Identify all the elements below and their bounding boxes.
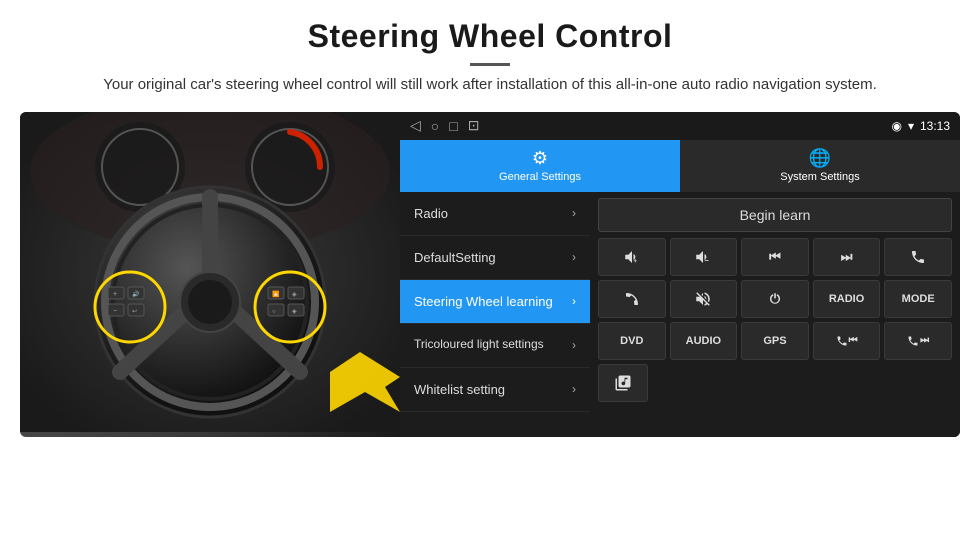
title-divider	[470, 63, 510, 66]
wifi-icon: ▾	[908, 119, 914, 133]
tab-general[interactable]: ⚙ General Settings	[400, 140, 680, 192]
chevron-icon-default: ›	[572, 250, 576, 264]
svg-text:−: −	[113, 308, 117, 315]
svg-text:🔼: 🔼	[272, 290, 280, 298]
svg-text:🔊: 🔊	[132, 290, 140, 298]
hook-button[interactable]	[598, 280, 666, 318]
audio-button[interactable]: AUDIO	[670, 322, 738, 360]
home-icon[interactable]: ○	[431, 118, 439, 134]
location-icon: ◉	[891, 119, 901, 133]
menu-list: Radio › DefaultSetting › Steering Wheel …	[400, 192, 590, 437]
phone-prev-button[interactable]: ⏮	[813, 322, 881, 360]
vol-down-button[interactable]: −	[670, 238, 738, 276]
menu-label-steering: Steering Wheel learning	[414, 294, 553, 309]
menu-label-default: DefaultSetting	[414, 250, 496, 265]
ctrl-row-4	[598, 364, 952, 402]
radio-button[interactable]: RADIO	[813, 280, 881, 318]
phone-next-button[interactable]: ⏭	[884, 322, 952, 360]
begin-learn-button[interactable]: Begin learn	[598, 198, 952, 232]
head-unit: ◁ ○ □ ⊡ ◉ ▾ 13:13 ⚙ General Settings 🌐 S…	[400, 112, 960, 437]
ctrl-row-2: ⏻ RADIO MODE	[598, 280, 952, 318]
page-title: Steering Wheel Control	[60, 18, 920, 55]
menu-label-radio: Radio	[414, 206, 448, 221]
settings-gear-icon: ⚙	[532, 148, 548, 169]
svg-text:↩: ↩	[132, 309, 137, 315]
menu-item-steering[interactable]: Steering Wheel learning ›	[400, 280, 590, 324]
clock: 13:13	[920, 119, 950, 133]
svg-text:+: +	[113, 291, 117, 298]
power-button[interactable]: ⏻	[741, 280, 809, 318]
status-right: ◉ ▾ 13:13	[891, 119, 950, 133]
nav-icons: ◁ ○ □ ⊡	[410, 117, 479, 134]
menu-item-whitelist[interactable]: Whitelist setting ›	[400, 368, 590, 412]
dvd-button[interactable]: DVD	[598, 322, 666, 360]
chevron-icon-radio: ›	[572, 206, 576, 220]
gps-button[interactable]: GPS	[741, 322, 809, 360]
chevron-icon-whitelist: ›	[572, 382, 576, 396]
menu-item-tricoloured[interactable]: Tricoloured light settings ›	[400, 324, 590, 368]
unit-body: Radio › DefaultSetting › Steering Wheel …	[400, 192, 960, 437]
status-bar: ◁ ○ □ ⊡ ◉ ▾ 13:13	[400, 112, 960, 140]
page-subtitle: Your original car's steering wheel contr…	[60, 74, 920, 97]
ctrl-row-1: + − ⏮ ⏭	[598, 238, 952, 276]
svg-text:○: ○	[272, 309, 276, 315]
tab-general-label: General Settings	[499, 171, 581, 183]
controls-panel: Begin learn + − ⏮ ⏭	[590, 192, 960, 437]
tab-system-label: System Settings	[780, 171, 859, 183]
main-content: + 🔊 − ↩ 🔼 ◈ ○ ◈ ◁ ○ □ ⊡	[0, 112, 980, 437]
menu-label-whitelist: Whitelist setting	[414, 382, 505, 397]
begin-learn-row: Begin learn	[598, 198, 952, 232]
steering-wheel-image: + 🔊 − ↩ 🔼 ◈ ○ ◈	[20, 112, 400, 437]
prev-track-button[interactable]: ⏮	[741, 238, 809, 276]
menu-label-tricoloured: Tricoloured light settings	[414, 337, 544, 353]
page-header: Steering Wheel Control Your original car…	[0, 0, 980, 107]
mode-button[interactable]: MODE	[884, 280, 952, 318]
screenshot-icon[interactable]: ⊡	[468, 117, 480, 134]
back-icon[interactable]: ◁	[410, 117, 421, 134]
svg-text:◈: ◈	[292, 309, 297, 315]
ctrl-row-3: DVD AUDIO GPS ⏮ ⏭	[598, 322, 952, 360]
tab-bar: ⚙ General Settings 🌐 System Settings	[400, 140, 960, 192]
vol-up-button[interactable]: +	[598, 238, 666, 276]
menu-item-radio[interactable]: Radio ›	[400, 192, 590, 236]
recent-icon[interactable]: □	[449, 118, 457, 134]
mute-button[interactable]	[670, 280, 738, 318]
menu-item-default[interactable]: DefaultSetting ›	[400, 236, 590, 280]
svg-text:◈: ◈	[292, 292, 297, 298]
next-track-button[interactable]: ⏭	[813, 238, 881, 276]
chevron-icon-tricoloured: ›	[572, 338, 576, 352]
media-icon-button[interactable]	[598, 364, 648, 402]
tab-system[interactable]: 🌐 System Settings	[680, 140, 960, 192]
chevron-icon-steering: ›	[572, 294, 576, 308]
phone-button[interactable]	[884, 238, 952, 276]
svg-text:−: −	[705, 256, 710, 265]
svg-text:+: +	[633, 259, 637, 265]
system-icon: 🌐	[809, 148, 831, 169]
